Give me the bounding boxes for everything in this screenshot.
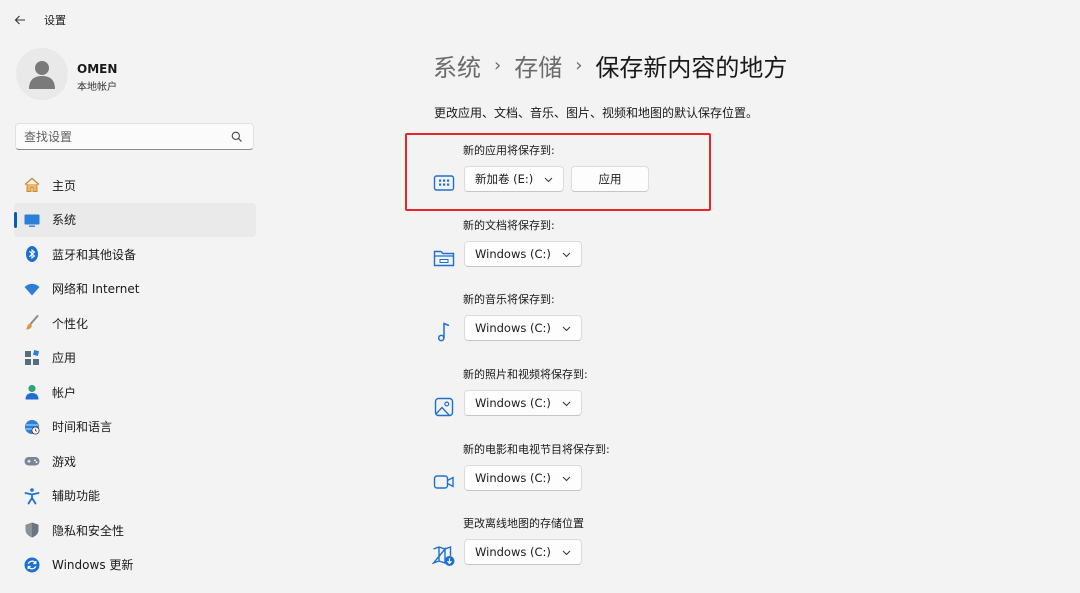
setting-new-movies-tv: 新的电影和电视节目将保存到: Windows (C:) — [431, 441, 731, 499]
breadcrumb-system[interactable]: 系统 — [433, 48, 481, 83]
setting-label: 更改离线地图的存储位置 — [463, 517, 584, 530]
breadcrumb: 系统 › 存储 › 保存新内容的地方 — [433, 48, 787, 82]
setting-label: 新的照片和视频将保存到: — [463, 368, 588, 381]
chevron-down-icon — [562, 401, 571, 407]
dropdown-value: Windows (C:) — [475, 247, 551, 261]
movies-drive-dropdown[interactable]: Windows (C:) — [464, 465, 582, 491]
sidebar-item-privacy[interactable]: 隐私和安全性 — [14, 513, 256, 548]
wifi-icon — [23, 280, 41, 298]
update-icon — [23, 556, 41, 574]
sidebar-item-time-language[interactable]: 时间和语言 — [14, 410, 256, 445]
back-button[interactable] — [10, 10, 30, 30]
breadcrumb-storage[interactable]: 存储 — [514, 48, 562, 83]
setting-label: 新的电影和电视节目将保存到: — [463, 443, 610, 456]
bluetooth-icon — [23, 245, 41, 263]
music-note-icon — [431, 319, 457, 345]
dropdown-value: 新加卷 (E:) — [475, 172, 534, 186]
sidebar-item-label: 游戏 — [52, 454, 77, 469]
video-camera-icon — [431, 469, 457, 495]
setting-new-photos-videos: 新的照片和视频将保存到: Windows (C:) — [431, 366, 731, 424]
monitor-icon — [23, 211, 41, 229]
setting-label: 新的文档将保存到: — [463, 219, 555, 232]
map-download-icon — [431, 543, 457, 569]
sidebar-item-accounts[interactable]: 帐户 — [14, 375, 256, 410]
maps-drive-dropdown[interactable]: Windows (C:) — [464, 539, 582, 565]
sidebar-item-network[interactable]: 网络和 Internet — [14, 272, 256, 307]
setting-new-apps: 新的应用将保存到: 新加卷 (E:) 应用 — [431, 142, 731, 200]
app-storage-icon — [431, 170, 457, 196]
image-icon — [431, 394, 457, 420]
app-title: 设置 — [44, 14, 66, 27]
sidebar-item-accessibility[interactable]: 辅助功能 — [14, 479, 256, 514]
setting-new-music: 新的音乐将保存到: Windows (C:) — [431, 291, 731, 349]
apps-drive-dropdown[interactable]: 新加卷 (E:) — [464, 166, 565, 192]
brush-icon — [23, 314, 41, 332]
sidebar-item-gaming[interactable]: 游戏 — [14, 444, 256, 479]
profile-account-type: 本地帐户 — [77, 82, 117, 93]
title-bar: 设置 — [0, 0, 1080, 40]
page-description: 更改应用、文档、音乐、图片、视频和地图的默认保存位置。 — [434, 106, 759, 120]
apply-button[interactable]: 应用 — [571, 166, 649, 192]
profile-name: OMEN — [77, 62, 118, 76]
chevron-down-icon — [562, 252, 571, 258]
photos-drive-dropdown[interactable]: Windows (C:) — [464, 390, 582, 416]
chevron-right-icon: › — [575, 54, 583, 76]
person-icon — [23, 383, 41, 401]
chevron-down-icon — [544, 177, 553, 183]
dropdown-value: Windows (C:) — [475, 396, 551, 410]
sidebar-item-label: 应用 — [52, 351, 77, 366]
setting-label: 新的音乐将保存到: — [463, 293, 555, 306]
page-title: 保存新内容的地方 — [595, 53, 788, 82]
sidebar-item-windows-update[interactable]: Windows 更新 — [14, 548, 256, 583]
home-icon — [23, 176, 41, 194]
apps-icon — [23, 349, 41, 367]
chevron-down-icon — [562, 326, 571, 332]
sidebar-item-label: 帐户 — [52, 385, 77, 400]
chevron-down-icon — [562, 476, 571, 482]
user-profile[interactable]: OMEN 本地帐户 — [16, 48, 256, 102]
accessibility-icon — [23, 487, 41, 505]
documents-drive-dropdown[interactable]: Windows (C:) — [464, 241, 582, 267]
search-box[interactable] — [15, 123, 254, 150]
sidebar-item-apps[interactable]: 应用 — [14, 341, 256, 376]
sidebar-item-label: 辅助功能 — [52, 489, 101, 504]
sidebar-item-label: 主页 — [52, 178, 77, 193]
chevron-down-icon — [562, 550, 571, 556]
setting-offline-maps: 更改离线地图的存储位置 Windows (C:) — [431, 515, 731, 573]
sidebar-item-system[interactable]: 系统 — [14, 202, 256, 237]
folder-icon — [431, 245, 457, 271]
back-arrow-icon — [14, 15, 25, 25]
sidebar-item-label: 时间和语言 — [52, 420, 113, 435]
sidebar-item-personalization[interactable]: 个性化 — [14, 306, 256, 341]
sidebar-item-label: Windows 更新 — [52, 558, 134, 573]
sidebar-nav: 主页 系统 蓝牙和其他设备 网络和 Internet 个性化 应用 帐户 时间和… — [14, 168, 256, 582]
avatar — [16, 48, 68, 100]
sidebar-item-label: 系统 — [52, 213, 77, 228]
setting-new-documents: 新的文档将保存到: Windows (C:) — [431, 217, 731, 275]
sidebar-item-label: 网络和 Internet — [52, 282, 140, 297]
sidebar-item-home[interactable]: 主页 — [14, 168, 256, 203]
gamepad-icon — [23, 452, 41, 470]
search-input[interactable] — [24, 128, 224, 145]
music-drive-dropdown[interactable]: Windows (C:) — [464, 315, 582, 341]
sidebar-item-bluetooth[interactable]: 蓝牙和其他设备 — [14, 237, 256, 272]
sidebar-item-label: 个性化 — [52, 316, 89, 331]
sidebar-item-label: 隐私和安全性 — [52, 523, 125, 538]
setting-label: 新的应用将保存到: — [463, 144, 555, 157]
shield-icon — [23, 521, 41, 539]
search-icon[interactable] — [230, 130, 244, 144]
person-placeholder-icon — [29, 61, 55, 89]
dropdown-value: Windows (C:) — [475, 545, 551, 559]
dropdown-value: Windows (C:) — [475, 321, 551, 335]
dropdown-value: Windows (C:) — [475, 471, 551, 485]
globe-clock-icon — [23, 418, 41, 436]
sidebar-item-label: 蓝牙和其他设备 — [52, 247, 137, 262]
chevron-right-icon: › — [494, 54, 502, 76]
